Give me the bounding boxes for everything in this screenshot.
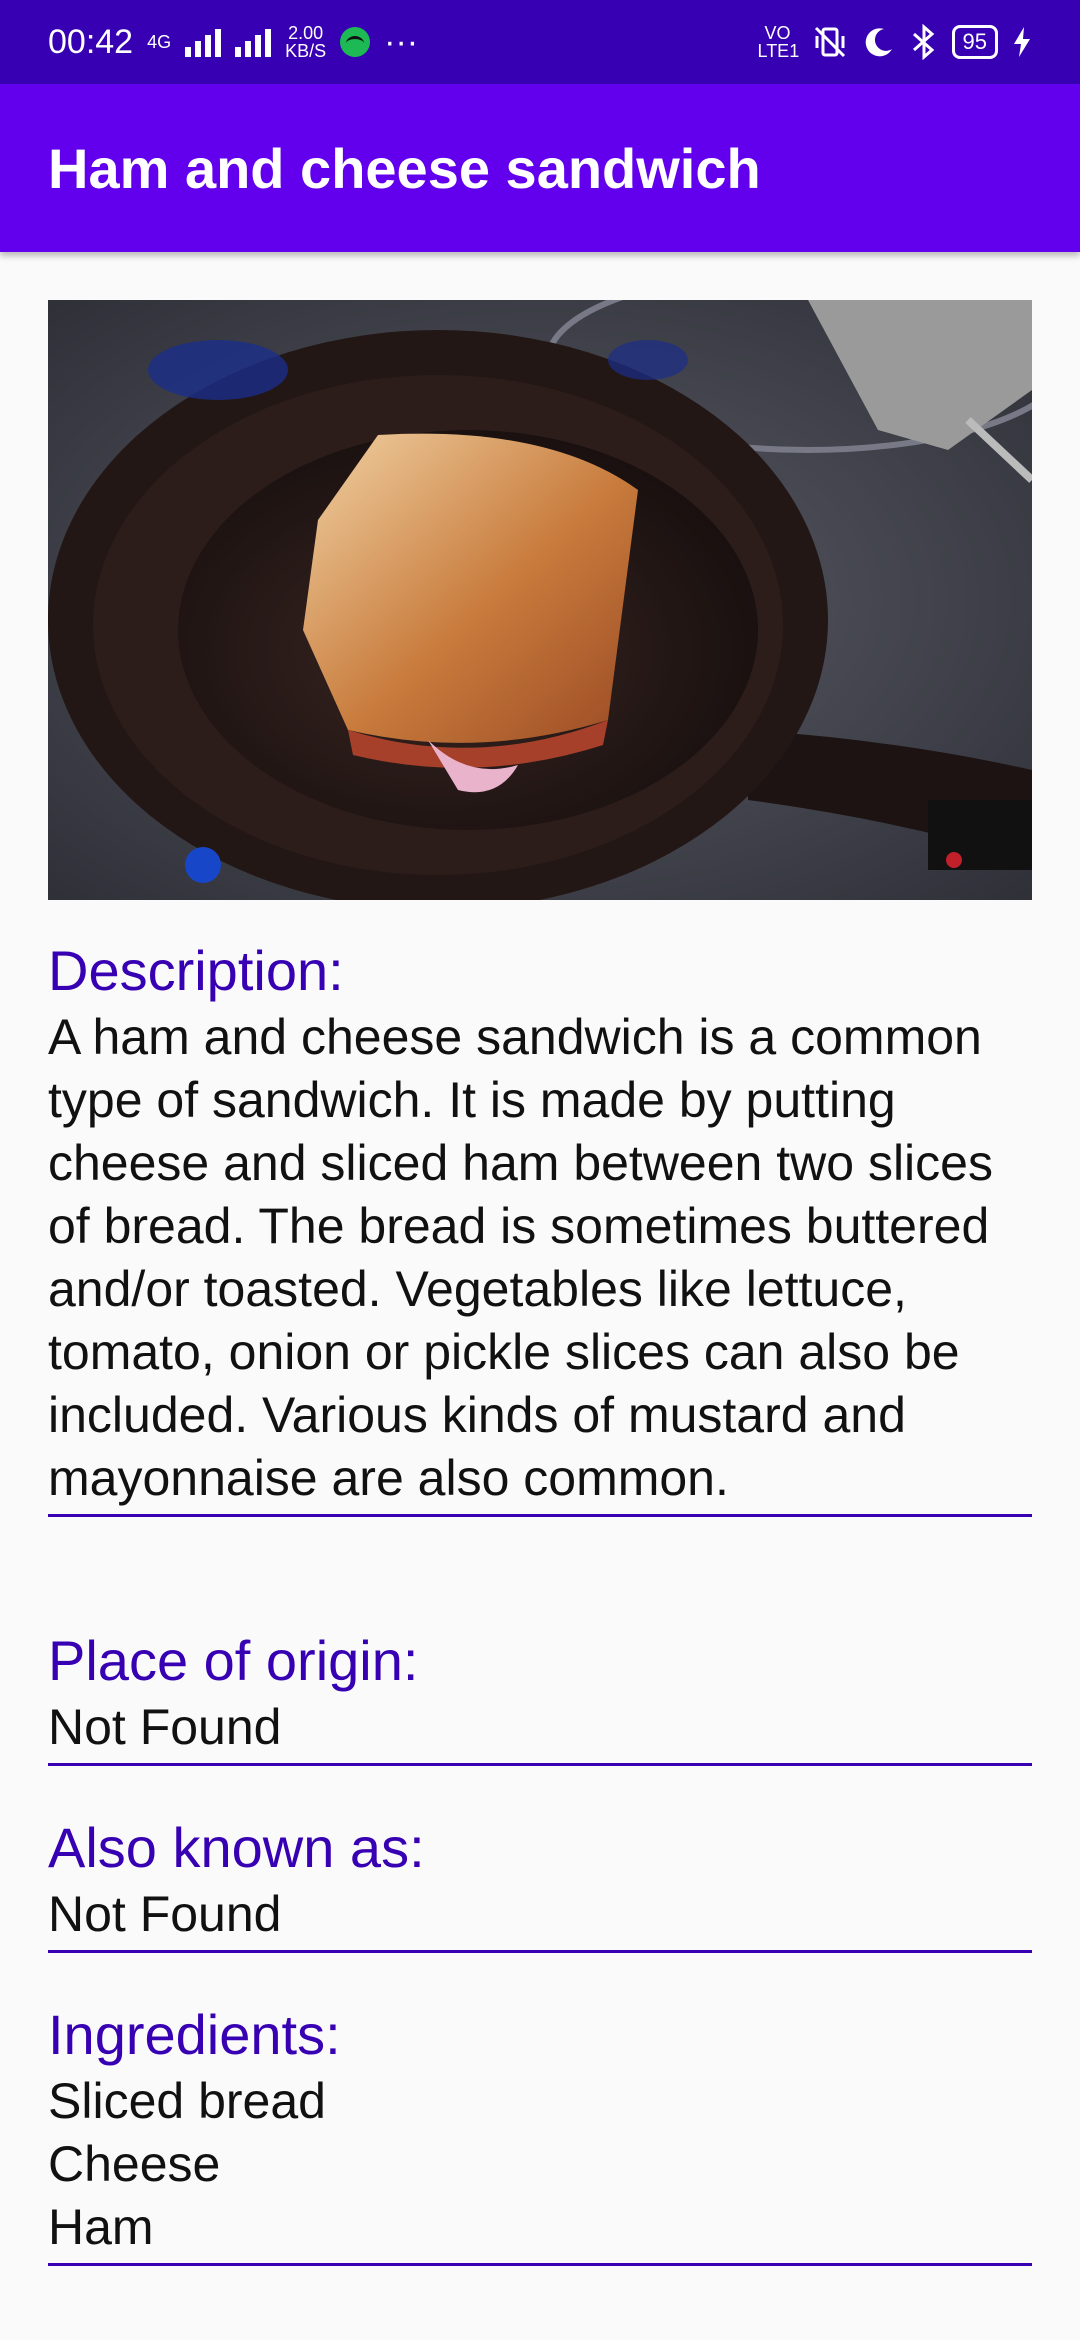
- charging-icon: [1014, 27, 1030, 57]
- ingredient-item: Ham: [48, 2199, 154, 2255]
- aka-label: Also known as:: [48, 1816, 425, 1879]
- ingredient-item: Cheese: [48, 2136, 221, 2192]
- aka-section: Also known as: Not Found: [48, 1813, 1032, 1953]
- volte-icon: VO LTE1: [757, 23, 800, 61]
- network-type: 4G: [147, 32, 172, 52]
- origin-label: Place of origin:: [48, 1629, 419, 1692]
- ingredient-item: Sliced bread: [48, 2073, 326, 2129]
- divider: [48, 2263, 1032, 2266]
- app-bar: Ham and cheese sandwich: [0, 84, 1080, 252]
- sandwich-photo: [48, 300, 1032, 900]
- aka-value: Not Found: [48, 1886, 282, 1942]
- bluetooth-icon: [912, 24, 934, 60]
- divider: [48, 1950, 1032, 1953]
- ingredients-label: Ingredients:: [48, 2003, 341, 2066]
- description-text: A ham and cheese sandwich is a common ty…: [48, 1009, 993, 1506]
- divider: [48, 1763, 1032, 1766]
- status-bar: 00:42 4G 2.00 KB/S ··· VO LTE1 95: [0, 0, 1080, 84]
- network-speed: 2.00 KB/S: [285, 23, 327, 61]
- vibrate-icon: [814, 26, 845, 58]
- more-notifications-icon: ···: [384, 22, 419, 61]
- signal-2-icon: [235, 27, 272, 57]
- battery-icon: 95: [951, 25, 998, 59]
- clock: 00:42: [48, 22, 134, 61]
- origin-value: Not Found: [48, 1699, 282, 1755]
- divider: [48, 1514, 1032, 1517]
- description-section: Description: A ham and cheese sandwich i…: [48, 936, 1032, 1517]
- spotify-icon: [340, 27, 371, 57]
- signal-icon: [185, 27, 222, 57]
- moon-icon: [865, 28, 892, 57]
- ingredients-section: Ingredients: Sliced bread Cheese Ham: [48, 2000, 1032, 2266]
- origin-section: Place of origin: Not Found: [48, 1626, 1032, 1766]
- page-title: Ham and cheese sandwich: [48, 136, 761, 200]
- description-label: Description:: [48, 939, 344, 1002]
